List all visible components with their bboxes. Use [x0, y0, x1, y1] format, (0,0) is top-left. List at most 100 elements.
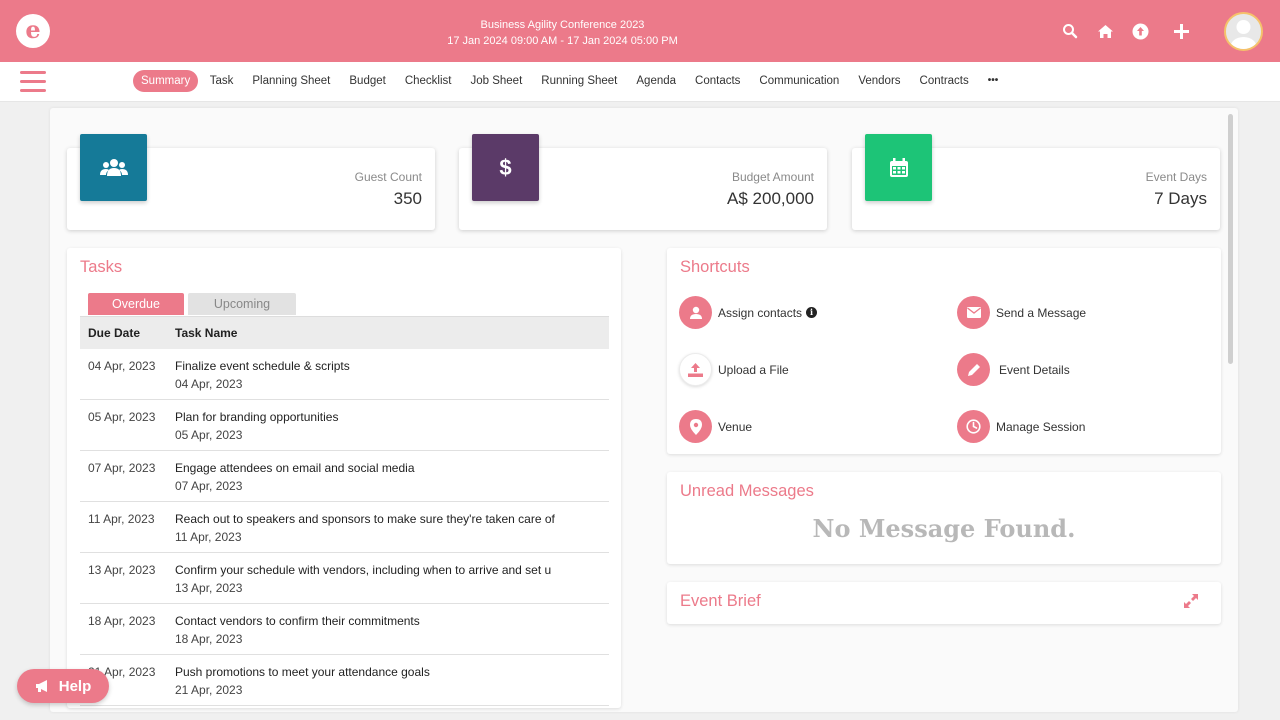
event-days-value: 7 Days — [1154, 189, 1207, 208]
tasks-card: Tasks Overdue Upcoming Due Date Task Nam… — [67, 248, 621, 708]
tab-agenda[interactable]: Agenda — [627, 70, 686, 92]
expand-icon[interactable] — [1183, 593, 1199, 609]
event-dates: 17 Jan 2024 09:00 AM - 17 Jan 2024 05:00… — [447, 35, 678, 47]
shortcuts-title: Shortcuts — [680, 258, 750, 276]
task-due-date: 18 Apr, 2023 — [88, 614, 156, 628]
unread-messages-title: Unread Messages — [680, 482, 814, 500]
help-button[interactable]: Help — [17, 669, 109, 703]
upload-file-label: Upload a File — [718, 362, 789, 377]
scrollbar[interactable] — [1228, 114, 1233, 364]
table-row[interactable]: 04 Apr, 2023 Finalize event schedule & s… — [80, 349, 609, 400]
info-icon[interactable]: i — [806, 307, 818, 318]
guest-count-card: Guest Count 350 — [67, 134, 435, 230]
upload-file-icon — [679, 353, 712, 386]
task-name-header: Task Name — [175, 326, 238, 340]
due-date-header: Due Date — [88, 326, 141, 340]
users-icon — [80, 134, 147, 201]
table-row[interactable]: 21 Apr, 2023 Push promotions to meet you… — [80, 655, 609, 706]
task-sub-date: 07 Apr, 2023 — [175, 479, 243, 493]
venue-shortcut[interactable]: Venue — [679, 410, 752, 443]
tab-upcoming[interactable]: Upcoming — [188, 293, 296, 315]
table-row[interactable]: 05 Apr, 2023 Plan for branding opportuni… — [80, 400, 609, 451]
task-sub-date: 18 Apr, 2023 — [175, 632, 243, 646]
unread-messages-card: Unread Messages No Message Found. — [667, 472, 1221, 564]
budget-amount-card: $ Budget Amount A$ 200,000 — [459, 134, 827, 230]
menu-icon[interactable] — [20, 71, 46, 93]
dollar-icon: $ — [472, 134, 539, 201]
tab-contacts[interactable]: Contacts — [686, 70, 750, 92]
envelope-icon — [957, 296, 990, 329]
assign-contacts-label: Assign contacts — [718, 305, 803, 320]
budget-amount-value: A$ 200,000 — [727, 189, 814, 208]
table-header: Due Date Task Name — [80, 316, 609, 349]
tab-planning-sheet[interactable]: Planning Sheet — [243, 70, 340, 92]
task-sub-date: 11 Apr, 2023 — [175, 530, 242, 544]
table-row[interactable]: 18 Apr, 2023 Contact vendors to confirm … — [80, 604, 609, 655]
location-pin-icon — [679, 410, 712, 443]
tab-checklist[interactable]: Checklist — [395, 70, 461, 92]
tab-task[interactable]: Task — [200, 70, 243, 92]
tab-communication[interactable]: Communication — [750, 70, 849, 92]
event-details-shortcut[interactable]: Event Details — [957, 353, 1070, 386]
tab-budget[interactable]: Budget — [340, 70, 395, 92]
venue-label: Venue — [718, 419, 753, 434]
upload-icon[interactable] — [1129, 20, 1151, 42]
task-name: Reach out to speakers and sponsors to ma… — [175, 512, 555, 526]
upload-file-shortcut[interactable]: Upload a File — [679, 353, 789, 386]
task-due-date: 11 Apr, 2023 — [88, 512, 155, 526]
event-days-card: Event Days 7 Days — [852, 134, 1220, 230]
plus-icon[interactable] — [1170, 20, 1192, 42]
event-days-label: Event Days — [1145, 170, 1207, 184]
guest-count-label: Guest Count — [354, 170, 422, 184]
tab-running-sheet[interactable]: Running Sheet — [532, 70, 627, 92]
task-sub-date: 21 Apr, 2023 — [175, 683, 243, 697]
budget-amount-label: Budget Amount — [731, 170, 814, 184]
tasks-table: Due Date Task Name 04 Apr, 2023 Finalize… — [80, 316, 609, 706]
task-name: Engage attendees on email and social med… — [175, 461, 415, 475]
shortcuts-card: Shortcuts Assign contacts i Send a Messa… — [667, 248, 1221, 454]
task-due-date: 07 Apr, 2023 — [88, 461, 156, 475]
tab-overdue[interactable]: Overdue — [88, 293, 184, 315]
task-name: Plan for branding opportunities — [175, 410, 339, 424]
task-name: Push promotions to meet your attendance … — [175, 665, 430, 679]
megaphone-icon — [35, 680, 47, 692]
table-row[interactable]: 11 Apr, 2023 Reach out to speakers and s… — [80, 502, 609, 553]
task-due-date: 13 Apr, 2023 — [88, 563, 156, 577]
event-title-block: Business Agility Conference 2023 17 Jan … — [420, 17, 705, 49]
app-logo[interactable]: e — [16, 14, 50, 48]
tab-job-sheet[interactable]: Job Sheet — [461, 70, 532, 92]
nav-tabs: Summary Task Planning Sheet Budget Check… — [133, 70, 1008, 92]
help-label: Help — [58, 677, 92, 695]
tab-vendors[interactable]: Vendors — [849, 70, 910, 92]
task-name: Finalize event schedule & scripts — [175, 359, 350, 373]
task-due-date: 04 Apr, 2023 — [88, 359, 156, 373]
table-row[interactable]: 13 Apr, 2023 Confirm your schedule with … — [80, 553, 609, 604]
task-tabs: Overdue Upcoming — [88, 293, 296, 315]
task-name: Contact vendors to confirm their commitm… — [175, 614, 420, 628]
clock-icon — [957, 410, 990, 443]
search-icon[interactable] — [1059, 20, 1081, 42]
task-sub-date: 05 Apr, 2023 — [175, 428, 243, 442]
pencil-icon — [957, 353, 990, 386]
more-tabs-button[interactable]: ••• — [978, 70, 1008, 92]
tasks-title: Tasks — [80, 258, 123, 276]
assign-contacts-shortcut[interactable]: Assign contacts i — [679, 296, 818, 329]
task-name: Confirm your schedule with vendors, incl… — [175, 563, 552, 577]
tab-contracts[interactable]: Contracts — [910, 70, 978, 92]
tab-summary[interactable]: Summary — [133, 70, 199, 92]
manage-session-shortcut[interactable]: Manage Session — [957, 410, 1085, 443]
event-brief-card: Event Brief — [667, 582, 1221, 624]
task-sub-date: 04 Apr, 2023 — [175, 377, 243, 391]
send-message-label: Send a Message — [996, 305, 1087, 320]
nav-bar: Summary Task Planning Sheet Budget Check… — [0, 62, 1280, 102]
avatar[interactable] — [1224, 12, 1263, 51]
task-due-date: 05 Apr, 2023 — [88, 410, 156, 424]
guest-count-value: 350 — [393, 189, 422, 208]
table-row[interactable]: 07 Apr, 2023 Engage attendees on email a… — [80, 451, 609, 502]
manage-session-label: Manage Session — [996, 419, 1086, 434]
top-bar: e Business Agility Conference 2023 17 Ja… — [0, 0, 1280, 62]
task-sub-date: 13 Apr, 2023 — [175, 581, 243, 595]
home-icon[interactable] — [1094, 20, 1116, 42]
event-brief-title: Event Brief — [680, 592, 761, 610]
send-message-shortcut[interactable]: Send a Message — [957, 296, 1086, 329]
